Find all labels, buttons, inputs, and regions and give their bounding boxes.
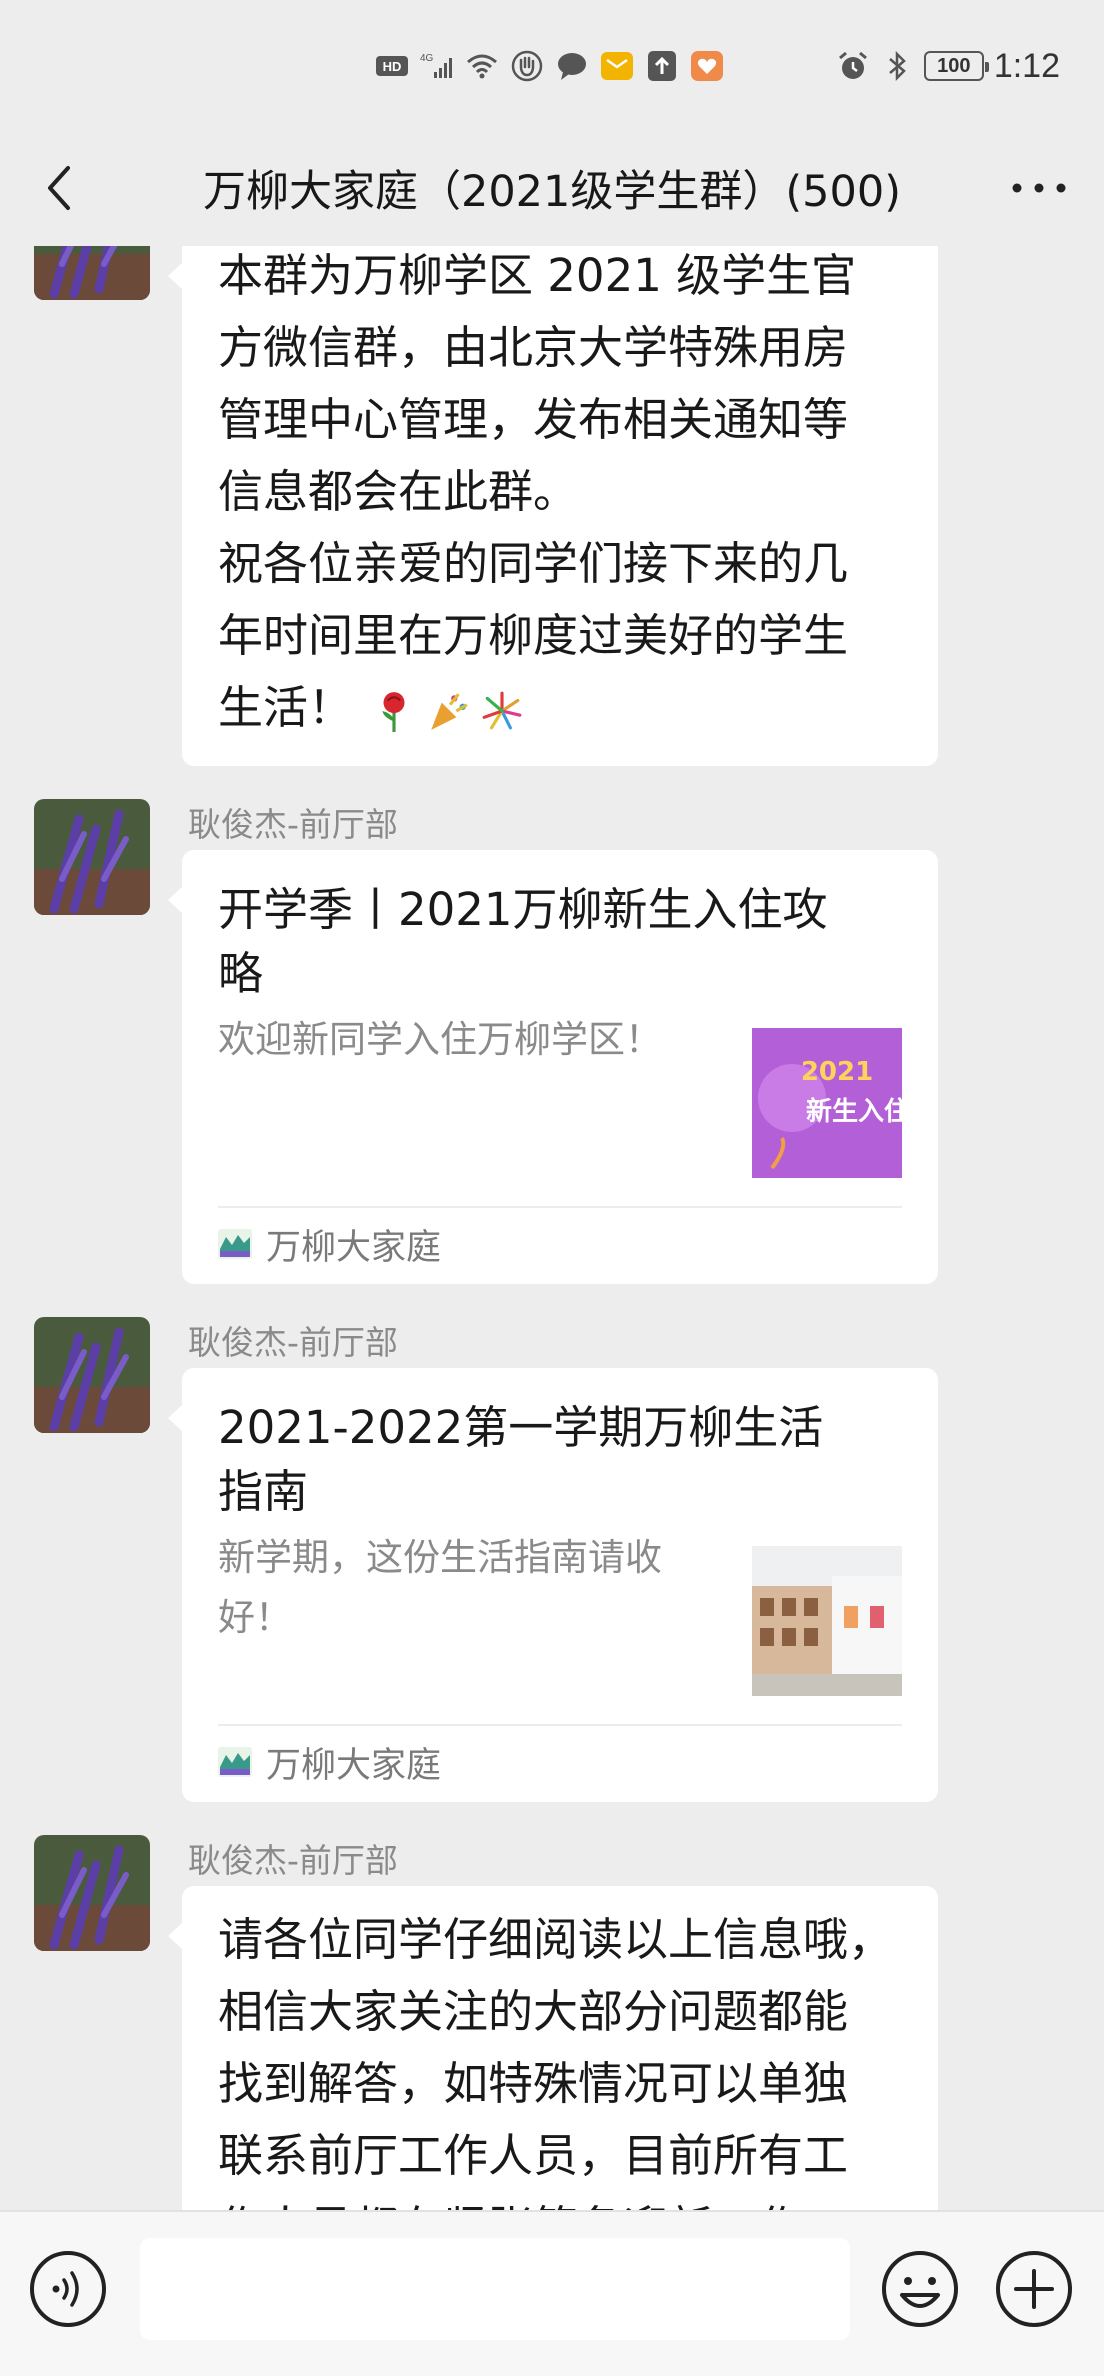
card-divider bbox=[218, 1206, 902, 1208]
svg-text:4G: 4G bbox=[420, 53, 434, 64]
plus-icon[interactable] bbox=[994, 2249, 1074, 2329]
bluetooth-icon bbox=[888, 50, 906, 82]
chevron-left-icon bbox=[48, 166, 70, 210]
chat-header: 万柳大家庭（2021级学生群）(500) bbox=[0, 130, 1104, 246]
rose-emoji bbox=[382, 692, 405, 732]
link-card-title: 2021-2022第一学期万柳生活 指南 bbox=[218, 1401, 824, 1518]
link-card-description: 新学期，这份生活指南请收 好！ bbox=[218, 1536, 662, 1639]
lavender-avatar-image bbox=[34, 799, 150, 915]
hand-icon bbox=[511, 50, 543, 82]
link-card-source-name: 万柳大家庭 bbox=[266, 1227, 442, 1268]
status-icons-right: 100 1:12 bbox=[836, 44, 1060, 88]
link-card-description: 欢迎新同学入住万柳学区！ bbox=[218, 1018, 662, 1061]
wifi-icon bbox=[467, 54, 497, 79]
link-card-thumbnail: 2021 新生入住 bbox=[752, 1028, 902, 1178]
message-bubble[interactable]: 请各位同学仔细阅读以上信息哦， 相信大家关注的大部分问题都能 找到解答，如特殊情… bbox=[168, 1886, 938, 2210]
clock-time: 1:12 bbox=[993, 46, 1060, 85]
chat-title: 万柳大家庭（2021级学生群）(500) bbox=[202, 167, 902, 217]
link-card-thumbnail bbox=[752, 1546, 902, 1696]
status-icons-left: HD 4G bbox=[375, 44, 724, 88]
sender-avatar[interactable] bbox=[34, 799, 150, 915]
thumbnail-caption-text: 新生入住 bbox=[806, 1096, 902, 1127]
sender-name: 耿俊杰-前厅部 bbox=[188, 1841, 398, 1880]
link-card[interactable]: 2021-2022第一学期万柳生活 指南 新学期，这份生活指南请收 好！ 万柳大… bbox=[168, 1368, 938, 1802]
status-bar: HD 4G 100 1:12 bbox=[0, 0, 1104, 130]
sender-avatar[interactable] bbox=[34, 1317, 150, 1433]
lavender-avatar-image bbox=[34, 246, 150, 300]
link-card-source: 万柳大家庭 bbox=[218, 1734, 441, 1790]
link-card[interactable]: 开学季丨2021万柳新生入住攻 略 欢迎新同学入住万柳学区！ 2021 新生入住… bbox=[168, 850, 938, 1284]
more-dots-icon bbox=[1012, 183, 1066, 193]
battery-level: 100 bbox=[937, 54, 971, 77]
sender-name: 耿俊杰-前厅部 bbox=[188, 1323, 398, 1362]
sender-avatar[interactable] bbox=[34, 1835, 150, 1951]
health-icon bbox=[691, 51, 723, 81]
alarm-icon bbox=[838, 51, 867, 79]
link-card-source-name: 万柳大家庭 bbox=[266, 1745, 442, 1786]
message-text: 本群为万柳学区 2021 级学生官 方微信群，由北京大学特殊用房 管理中心管理，… bbox=[218, 246, 912, 744]
fireworks-emoji bbox=[482, 691, 522, 730]
mail-icon bbox=[601, 52, 633, 80]
card-divider bbox=[218, 1724, 902, 1726]
message-list[interactable]: 本群为万柳学区 2021 级学生官 方微信群，由北京大学特殊用房 管理中心管理，… bbox=[0, 246, 1104, 2210]
official-account-icon bbox=[218, 1747, 252, 1777]
svg-text:HD: HD bbox=[383, 59, 402, 74]
back-button[interactable] bbox=[30, 158, 90, 218]
link-card-source: 万柳大家庭 bbox=[218, 1216, 441, 1272]
upload-icon bbox=[648, 51, 676, 81]
hd-icon: HD bbox=[376, 56, 408, 76]
emoji-row bbox=[373, 690, 523, 732]
message-text-content: 本群为万柳学区 2021 级学生官 方微信群，由北京大学特殊用房 管理中心管理，… bbox=[218, 249, 857, 734]
sender-avatar[interactable] bbox=[34, 246, 150, 300]
thumbnail-image: 2021 新生入住 bbox=[752, 1028, 902, 1178]
lavender-avatar-image bbox=[34, 1835, 150, 1951]
signal-icon: 4G bbox=[420, 53, 452, 78]
battery-indicator: 100 bbox=[923, 51, 989, 81]
party-popper-emoji bbox=[431, 693, 468, 730]
chat-bubble-icon bbox=[558, 53, 586, 80]
link-card-title: 开学季丨2021万柳新生入住攻 略 bbox=[218, 883, 828, 1000]
building-thumbnail-image bbox=[752, 1546, 902, 1696]
sender-name: 耿俊杰-前厅部 bbox=[188, 805, 398, 844]
message-input[interactable] bbox=[140, 2238, 850, 2340]
thumbnail-year-text: 2021 bbox=[801, 1057, 873, 1087]
message-text: 请各位同学仔细阅读以上信息哦， 相信大家关注的大部分问题都能 找到解答，如特殊情… bbox=[218, 1913, 894, 2210]
input-bar bbox=[0, 2210, 1104, 2376]
lavender-avatar-image bbox=[34, 1317, 150, 1433]
more-options-button[interactable] bbox=[1004, 158, 1074, 218]
emoji-icon[interactable] bbox=[880, 2249, 960, 2329]
message-bubble[interactable]: 本群为万柳学区 2021 级学生官 方微信群，由北京大学特殊用房 管理中心管理，… bbox=[168, 246, 938, 766]
official-account-icon bbox=[218, 1229, 252, 1259]
voice-icon[interactable] bbox=[28, 2249, 108, 2329]
